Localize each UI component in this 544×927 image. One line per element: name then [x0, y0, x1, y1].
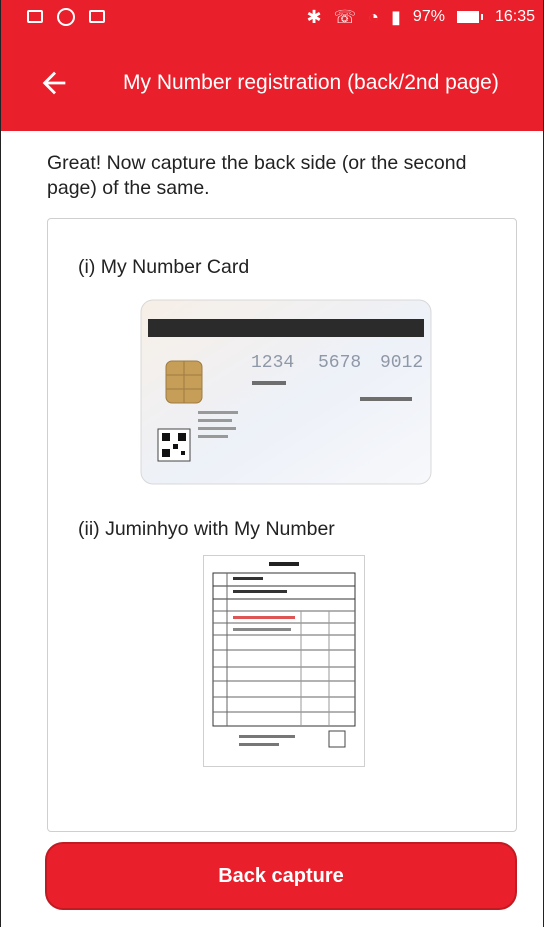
battery-icon — [456, 11, 483, 23]
juminhyo-document-image — [203, 555, 365, 767]
battery-body — [456, 11, 479, 23]
wifi-icon: ◔ — [368, 7, 380, 27]
my-number-card-back-image: 1234 5678 9012 — [140, 299, 432, 485]
instruction-text: Great! Now capture the back side (or the… — [47, 152, 467, 199]
status-time: 16:35 — [494, 8, 535, 25]
bluetooth-icon: ✱ — [306, 7, 322, 27]
toolbar: My Number registration (back/2nd page) — [1, 40, 543, 131]
section-heading-juminhyo: (ii) Juminhyo with My Number — [78, 518, 335, 540]
back-capture-button[interactable]: Back capture — [45, 842, 517, 910]
battery-tip — [480, 14, 483, 20]
status-bar: ✱ ☏ ◔ ▮ 97% 16:35 — [1, 0, 543, 40]
battery-percent: 97% — [412, 8, 445, 25]
card-number-group-2: 5678 — [318, 353, 361, 373]
image-icon — [27, 10, 43, 23]
back-arrow-icon[interactable] — [37, 66, 71, 100]
section-heading-my-number-card: (i) My Number Card — [78, 256, 250, 278]
shield-icon — [57, 8, 75, 26]
status-left-icons — [27, 8, 105, 26]
status-right-area: ✱ ☏ ◔ ▮ 97% 16:35 — [307, 8, 535, 26]
signal-icon: ▮ — [391, 7, 401, 27]
app-header: ✱ ☏ ◔ ▮ 97% 16:35 My Number registration… — [1, 0, 543, 131]
phone-call-icon: ☏ — [333, 7, 357, 27]
page-title: My Number registration (back/2nd page) — [123, 71, 499, 94]
image-icon — [89, 10, 105, 23]
card-number-group-3: 9012 — [380, 353, 423, 373]
sample-panel: (i) My Number Card 1234 5678 9012 (ii) J… — [47, 218, 517, 832]
card-number-group-1: 1234 — [251, 353, 294, 373]
app-screen: ✱ ☏ ◔ ▮ 97% 16:35 My Number registration… — [0, 0, 544, 927]
